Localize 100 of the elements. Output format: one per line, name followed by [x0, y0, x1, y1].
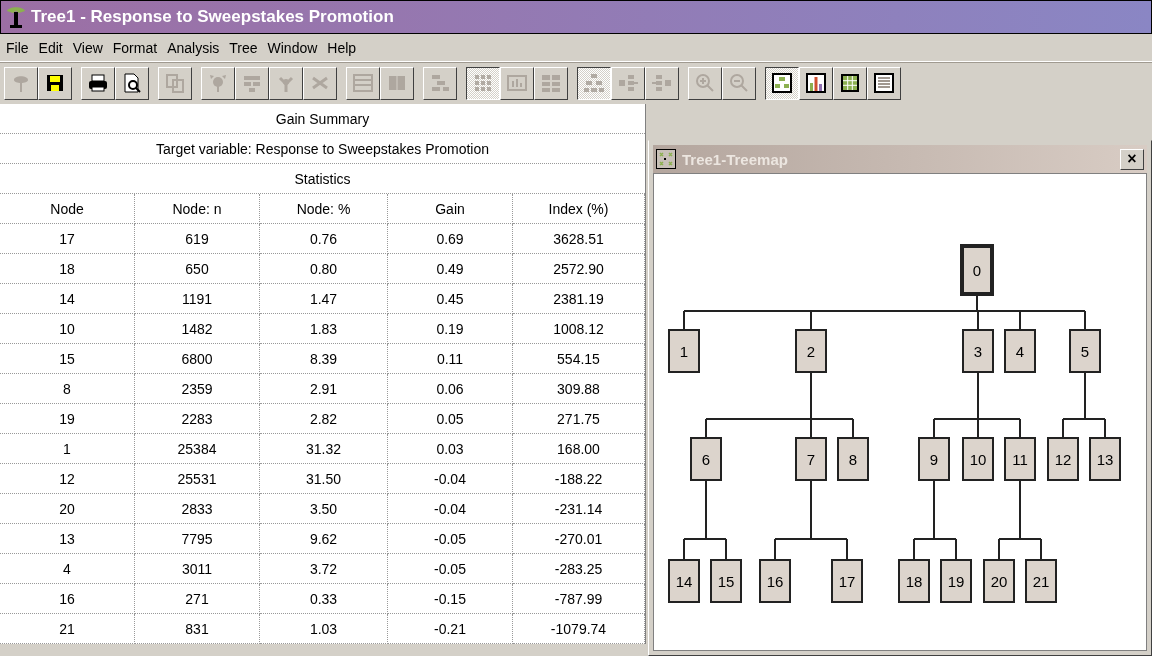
- table-cell: 2381.19: [513, 284, 645, 314]
- table-cell: 2.91: [260, 374, 388, 404]
- table-cell: 1.47: [260, 284, 388, 314]
- treemap-window-title: Tree1-Treemap: [682, 150, 789, 168]
- table-cell: 0.45: [388, 284, 513, 314]
- table-cell: 10: [0, 314, 135, 344]
- bar-chart-icon: [805, 72, 827, 94]
- tree-node[interactable]: 19: [940, 559, 972, 603]
- table-title: Gain Summary: [0, 104, 645, 134]
- table-cell: 9.62: [260, 524, 388, 554]
- table-cell: 0.03: [388, 434, 513, 464]
- tree-node[interactable]: 6: [690, 437, 722, 481]
- table-cell: 0.33: [260, 584, 388, 614]
- column-header: Node: n: [135, 194, 260, 224]
- left-right-tree-icon: [617, 72, 639, 94]
- menu-item[interactable]: Help: [325, 39, 365, 56]
- column-header: Node: %: [260, 194, 388, 224]
- table-cell: -188.22: [513, 464, 645, 494]
- menu-item[interactable]: Tree: [227, 39, 266, 56]
- table-cell: 3.72: [260, 554, 388, 584]
- table-cell: 15: [0, 344, 135, 374]
- tree-node[interactable]: 4: [1004, 329, 1036, 373]
- table-cell: 0.49: [388, 254, 513, 284]
- table-cell: 2359: [135, 374, 260, 404]
- table-subtitle: Target variable: Response to Sweepstakes Promotion: [0, 134, 645, 164]
- table-icon: [873, 72, 895, 94]
- tree-node[interactable]: 15: [710, 559, 742, 603]
- tree-node[interactable]: 5: [1069, 329, 1101, 373]
- tree-node[interactable]: 11: [1004, 437, 1036, 481]
- table-cell: 4: [0, 554, 135, 584]
- table-cell: 1: [0, 434, 135, 464]
- table-cell: -0.05: [388, 524, 513, 554]
- table-cell: 2283: [135, 404, 260, 434]
- connector-line: [1062, 372, 1106, 438]
- table-cell: 31.32: [260, 434, 388, 464]
- tree-node[interactable]: 8: [837, 437, 869, 481]
- table-cell: 20: [0, 494, 135, 524]
- tree-node[interactable]: 13: [1089, 437, 1121, 481]
- tree-node[interactable]: 20: [983, 559, 1015, 603]
- menu-item[interactable]: Edit: [36, 39, 71, 56]
- column-header: Gain: [388, 194, 513, 224]
- table-cell: 0.11: [388, 344, 513, 374]
- table-cell: 3011: [135, 554, 260, 584]
- table-cell: 13: [0, 524, 135, 554]
- table-cell: 19: [0, 404, 135, 434]
- table-cell: -0.04: [388, 464, 513, 494]
- table-cell: 3.50: [260, 494, 388, 524]
- tree-node[interactable]: 2: [795, 329, 827, 373]
- treemap-window-icon: [656, 149, 676, 169]
- table-cell: 31.50: [260, 464, 388, 494]
- right-left-tree-icon: [651, 72, 673, 94]
- menu-item[interactable]: File: [4, 39, 37, 56]
- toolbar-button[interactable]: [765, 66, 799, 100]
- table-cell: 21: [0, 614, 135, 644]
- panel-table-icon: [540, 72, 562, 94]
- table-cell: 18: [0, 254, 135, 284]
- tree-node[interactable]: 3: [962, 329, 994, 373]
- table-cell: 0.69: [388, 224, 513, 254]
- table-cell: 2572.90: [513, 254, 645, 284]
- table-cell: 17: [0, 224, 135, 254]
- table-cell: 831: [135, 614, 260, 644]
- tree-node[interactable]: 17: [831, 559, 863, 603]
- table-cell: 0.76: [260, 224, 388, 254]
- table-cell: 271.75: [513, 404, 645, 434]
- tree-node[interactable]: 12: [1047, 437, 1079, 481]
- tree-node[interactable]: 16: [759, 559, 791, 603]
- node-arrows-icon: [207, 72, 229, 94]
- split-tree-icon: [429, 72, 451, 94]
- tree-node[interactable]: 21: [1025, 559, 1057, 603]
- menu-item[interactable]: Analysis: [165, 39, 228, 56]
- tree-node[interactable]: 10: [962, 437, 994, 481]
- table-cell: 309.88: [513, 374, 645, 404]
- tree-icon: [5, 5, 27, 29]
- bar-panel-icon: [506, 72, 528, 94]
- column-header: Node: [0, 194, 135, 224]
- menu-item[interactable]: Window: [265, 39, 326, 56]
- table-cell: -1079.74: [513, 614, 645, 644]
- tree-node[interactable]: 14: [668, 559, 700, 603]
- table-cell: -787.99: [513, 584, 645, 614]
- table-cell: 12: [0, 464, 135, 494]
- node-grid-icon: [472, 72, 494, 94]
- tree-node[interactable]: 1: [668, 329, 700, 373]
- table-cell: -270.01: [513, 524, 645, 554]
- tree-node[interactable]: 9: [918, 437, 950, 481]
- tree-node[interactable]: 18: [898, 559, 930, 603]
- tree-node[interactable]: 0: [960, 244, 994, 296]
- close-button[interactable]: ×: [1120, 148, 1144, 170]
- table-cell: 7795: [135, 524, 260, 554]
- zoom-in-icon: [694, 72, 716, 94]
- table-cell: 1.03: [260, 614, 388, 644]
- tree-node[interactable]: 7: [795, 437, 827, 481]
- grid-icon: [839, 72, 861, 94]
- table-cell: 1191: [135, 284, 260, 314]
- zoom-out-icon: [728, 72, 750, 94]
- menu-item[interactable]: View: [70, 39, 111, 56]
- section-heading: Statistics: [0, 164, 645, 194]
- table-cell: 168.00: [513, 434, 645, 464]
- table-cell: -231.14: [513, 494, 645, 524]
- menu-item[interactable]: Format: [110, 39, 166, 56]
- table-cell: 554.15: [513, 344, 645, 374]
